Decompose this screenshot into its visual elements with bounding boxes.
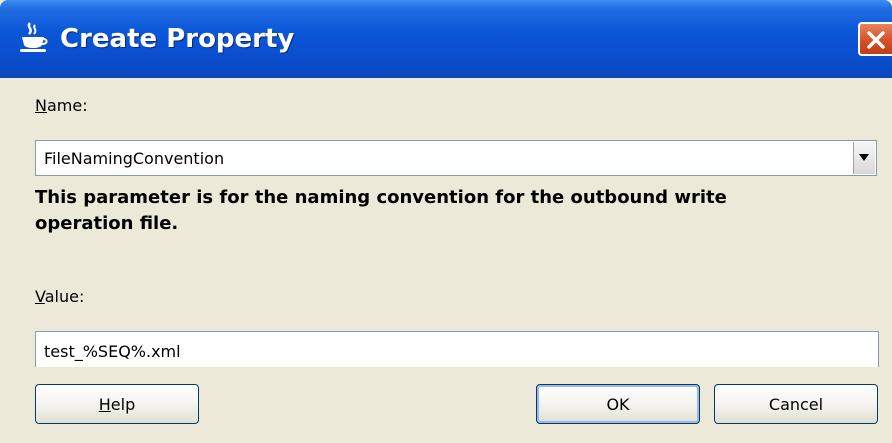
title-bar[interactable]: Create Property [0,0,892,78]
dialog-body: Name: FileNamingConvention This paramete… [0,78,892,443]
ok-button[interactable]: OK [536,384,700,424]
dialog-title: Create Property [60,24,295,54]
name-dropdown-button[interactable] [853,142,875,174]
cancel-button[interactable]: Cancel [714,384,878,424]
value-input[interactable]: test_%SEQ%.xml [35,331,879,367]
name-label: Name: [35,96,88,115]
value-text: test_%SEQ%.xml [44,342,181,361]
help-button[interactable]: Help [35,384,199,424]
close-button[interactable] [858,22,892,56]
create-property-dialog: Create Property Name: FileNamingConventi… [0,0,892,443]
parameter-description: This parameter is for the naming convent… [35,187,727,234]
java-cup-icon [16,20,50,54]
value-label: Value: [35,287,85,306]
name-combobox[interactable]: FileNamingConvention [35,140,877,176]
name-input[interactable]: FileNamingConvention [44,149,224,168]
